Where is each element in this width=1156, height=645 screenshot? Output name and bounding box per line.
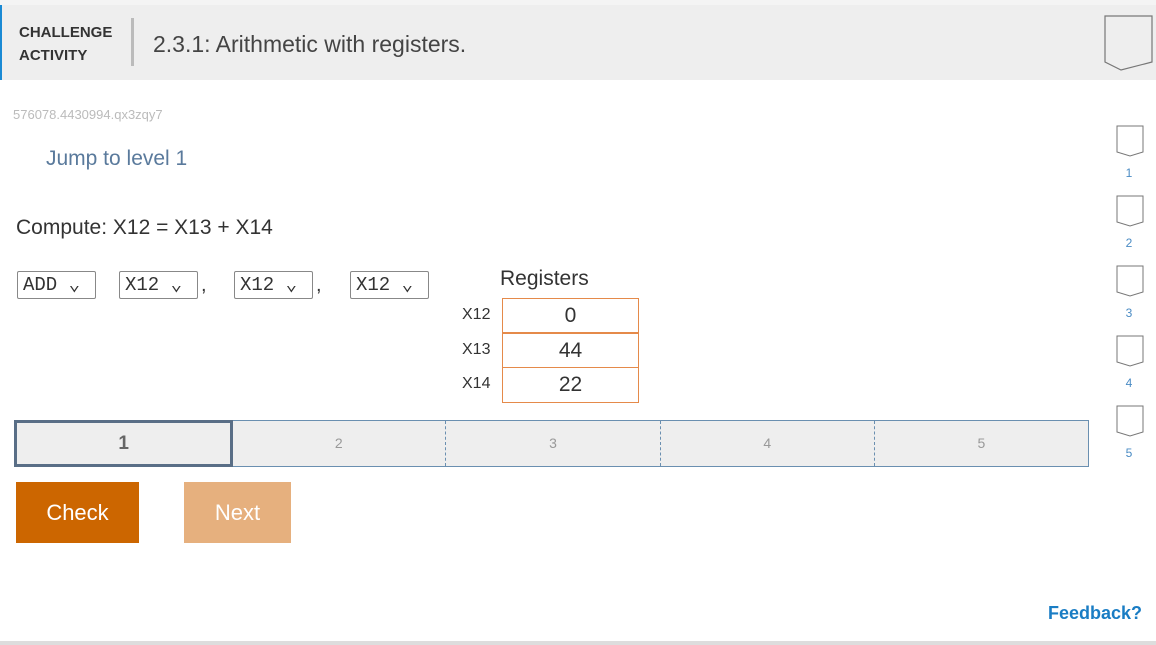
activity-header: CHALLENGE ACTIVITY 2.3.1: Arithmetic with… bbox=[0, 5, 1156, 80]
level-5[interactable]: 5 bbox=[873, 421, 1088, 466]
register-value: 0 bbox=[502, 298, 639, 333]
register-value: 44 bbox=[502, 333, 639, 368]
level-5-badge-icon bbox=[1116, 405, 1144, 437]
operand-select-3[interactable]: X12 ⌄ bbox=[350, 271, 429, 299]
chevron-down-icon: ⌄ bbox=[170, 274, 183, 296]
activity-type-label: CHALLENGE ACTIVITY bbox=[19, 21, 112, 67]
register-name: X12 bbox=[462, 306, 491, 323]
level-3[interactable]: 3 bbox=[445, 421, 659, 466]
label-line1: CHALLENGE bbox=[19, 24, 113, 41]
jump-to-level-link[interactable]: Jump to level 1 bbox=[46, 147, 187, 171]
comma: , bbox=[201, 274, 207, 296]
register-value: 22 bbox=[502, 367, 639, 403]
level-1-badge-icon bbox=[1116, 125, 1144, 157]
opcode-select[interactable]: ADD ⌄ bbox=[17, 271, 96, 299]
header-divider bbox=[131, 18, 134, 66]
operand-select-1[interactable]: X12 ⌄ bbox=[119, 271, 198, 299]
comma: , bbox=[316, 274, 322, 296]
chevron-down-icon: ⌄ bbox=[285, 274, 298, 296]
registers-title: Registers bbox=[500, 267, 589, 290]
level-1[interactable]: 1 bbox=[14, 420, 234, 467]
activity-id: 576078.4430994.qx3zqy7 bbox=[13, 107, 163, 122]
level-4-badge-icon bbox=[1116, 335, 1144, 367]
register-name: X14 bbox=[462, 375, 491, 392]
bottom-border bbox=[0, 641, 1156, 645]
level-4[interactable]: 4 bbox=[659, 421, 874, 466]
side-level-number: 2 bbox=[1125, 236, 1133, 250]
chevron-down-icon: ⌄ bbox=[401, 274, 414, 296]
prompt: Compute: X12 = X13 + X14 bbox=[16, 216, 273, 239]
level-2-badge-icon bbox=[1116, 195, 1144, 227]
completion-badge-icon bbox=[1104, 15, 1153, 71]
chevron-down-icon: ⌄ bbox=[68, 274, 81, 296]
operand-value: X12 bbox=[240, 274, 275, 296]
label-line2: ACTIVITY bbox=[19, 47, 88, 64]
register-name: X13 bbox=[462, 341, 491, 358]
feedback-link[interactable]: Feedback? bbox=[1048, 603, 1142, 624]
level-bar: 1 2 3 4 5 bbox=[14, 420, 1089, 467]
next-button[interactable]: Next bbox=[184, 482, 291, 543]
activity-title: 2.3.1: Arithmetic with registers. bbox=[153, 31, 467, 57]
operand-value: X12 bbox=[356, 274, 391, 296]
opcode-value: ADD bbox=[23, 274, 58, 296]
side-level-number: 3 bbox=[1125, 306, 1133, 320]
check-button[interactable]: Check bbox=[16, 482, 139, 543]
operand-select-2[interactable]: X12 ⌄ bbox=[234, 271, 313, 299]
operand-value: X12 bbox=[125, 274, 160, 296]
level-3-badge-icon bbox=[1116, 265, 1144, 297]
side-level-number: 5 bbox=[1125, 446, 1133, 460]
side-level-number: 4 bbox=[1125, 376, 1133, 390]
side-level-number: 1 bbox=[1125, 166, 1133, 180]
level-2[interactable]: 2 bbox=[232, 421, 445, 466]
